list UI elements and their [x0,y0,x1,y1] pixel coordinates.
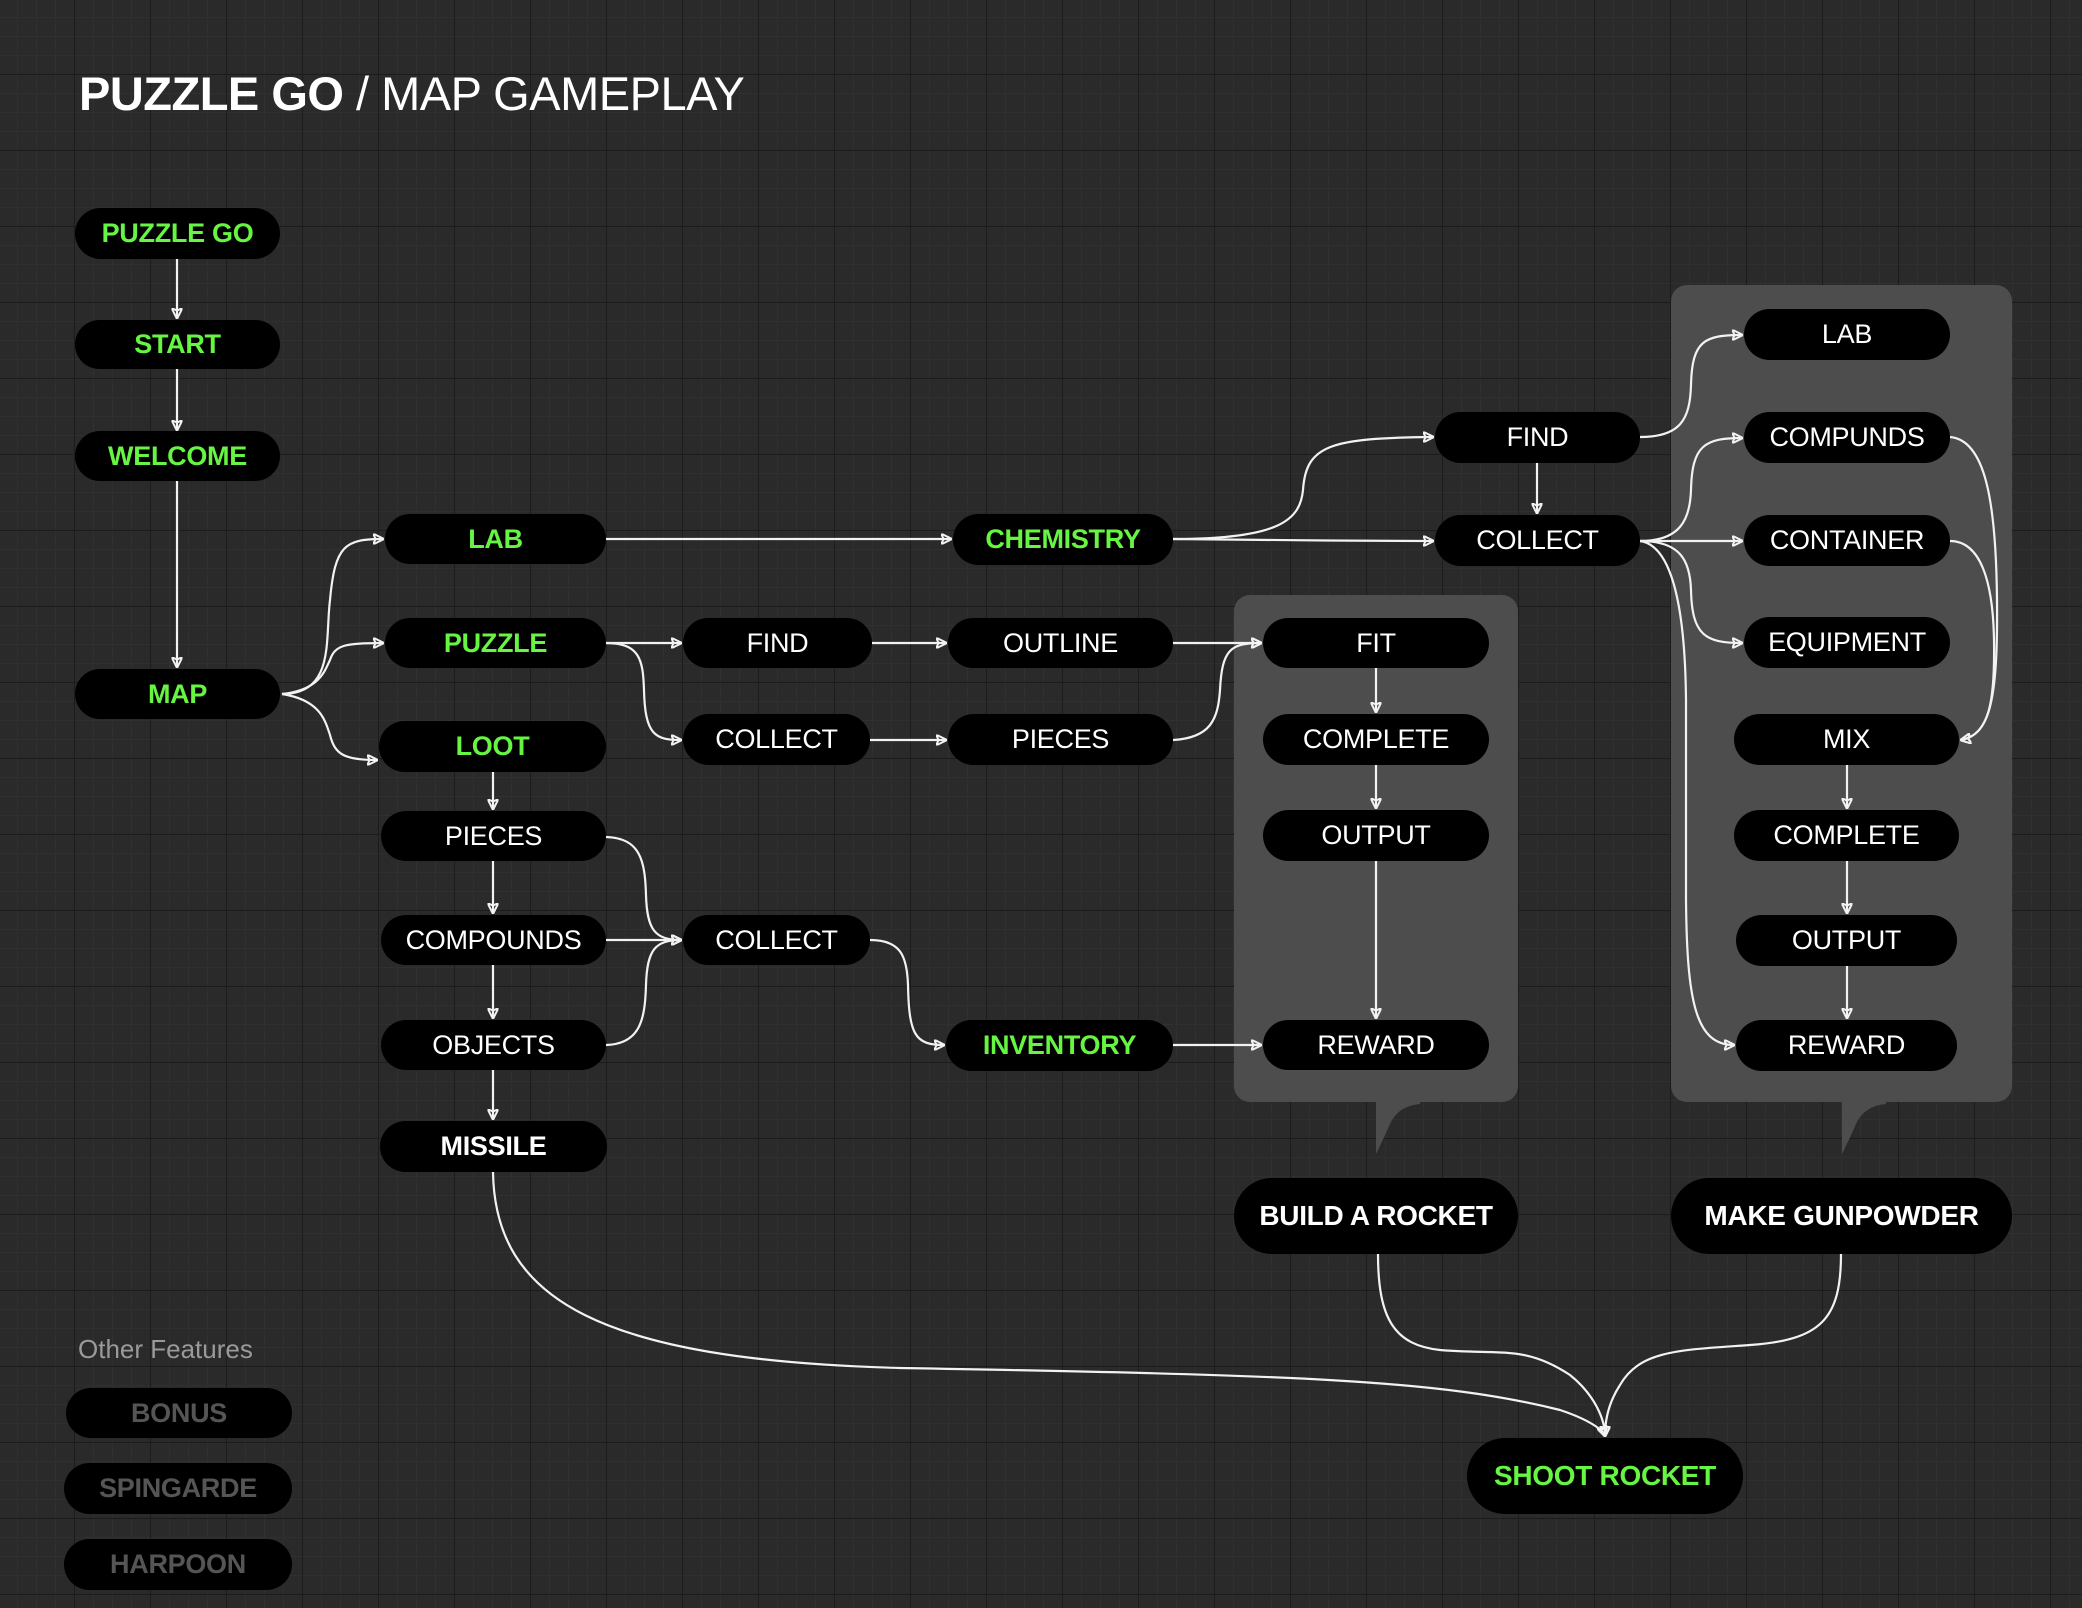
node-build-rocket[interactable]: BUILD A ROCKET [1234,1178,1518,1254]
node-loot-pieces[interactable]: PIECES [381,811,606,861]
node-rocket-complete[interactable]: COMPLETE [1263,714,1489,765]
page-title-project: PUZZLE GO [79,67,344,120]
node-puzzle-collect[interactable]: COLLECT [683,714,870,765]
edge-build-shoot [1376,1253,1605,1436]
node-start[interactable]: START [75,320,280,369]
node-inventory[interactable]: INVENTORY [946,1020,1173,1071]
edge-puzzle-collect [605,641,681,740]
feature-harpoon[interactable]: HARPOON [64,1539,292,1590]
node-shoot-rocket[interactable]: SHOOT ROCKET [1467,1438,1743,1514]
node-puzzle-pieces[interactable]: PIECES [948,714,1173,765]
node-puzzle-find[interactable]: FIND [683,618,872,668]
node-gp-complete[interactable]: COMPLETE [1734,810,1959,861]
node-gp-lab[interactable]: LAB [1744,309,1950,360]
node-make-gunpowder[interactable]: MAKE GUNPOWDER [1671,1178,2012,1254]
node-chem-find[interactable]: FIND [1435,412,1640,463]
node-chem-collect[interactable]: COLLECT [1435,515,1640,566]
node-loot[interactable]: LOOT [379,721,606,772]
feature-spingarde[interactable]: SPINGARDE [64,1463,292,1514]
node-loot-compounds[interactable]: COMPOUNDS [381,915,606,965]
node-welcome[interactable]: WELCOME [75,431,280,481]
node-rocket-output[interactable]: OUTPUT [1263,810,1489,861]
other-features-label: Other Features [78,1334,253,1364]
edges-map-branches [281,539,383,760]
node-lab[interactable]: LAB [385,514,606,564]
node-outline[interactable]: OUTLINE [948,618,1173,668]
node-puzzle-go[interactable]: PUZZLE GO [75,208,280,259]
edge-collect-inventory [869,938,944,1045]
edge-pieces-collect [605,835,681,940]
page-title-section: / MAP GAMEPLAY [343,67,745,120]
node-loot-collect[interactable]: COLLECT [683,915,870,965]
edge-chemistry-find [1172,437,1433,541]
edges-to-shoot-rocket [491,1171,1843,1436]
node-loot-objects[interactable]: OBJECTS [381,1020,606,1070]
feature-bonus[interactable]: BONUS [66,1388,292,1438]
edge-chemistry-collect [1172,539,1433,541]
node-map[interactable]: MAP [75,669,280,719]
edge-map-loot [281,692,377,760]
node-puzzle[interactable]: PUZZLE [385,618,606,668]
edge-map-puzzle [281,643,383,696]
node-gp-container[interactable]: CONTAINER [1744,515,1950,566]
make-gunpowder-group [1671,285,2012,1102]
make-gunpowder-callout-tail [1842,1098,1886,1154]
node-gp-reward[interactable]: REWARD [1736,1020,1957,1071]
page-title: PUZZLE GO / MAP GAMEPLAY [79,66,745,121]
node-gp-compunds[interactable]: COMPUNDS [1744,412,1950,463]
node-rocket-reward[interactable]: REWARD [1263,1020,1489,1070]
node-gp-output[interactable]: OUTPUT [1736,915,1957,966]
node-missile[interactable]: MISSILE [380,1121,607,1172]
edge-map-lab [281,539,383,696]
node-gp-mix[interactable]: MIX [1734,714,1959,765]
edge-objects-collect [605,940,681,1047]
edge-gunpowder-shoot [1605,1253,1843,1436]
node-rocket-fit[interactable]: FIT [1263,618,1489,668]
node-gp-equipment[interactable]: EQUIPMENT [1744,617,1950,668]
node-chemistry[interactable]: CHEMISTRY [953,514,1173,565]
build-rocket-callout-tail [1376,1098,1420,1154]
